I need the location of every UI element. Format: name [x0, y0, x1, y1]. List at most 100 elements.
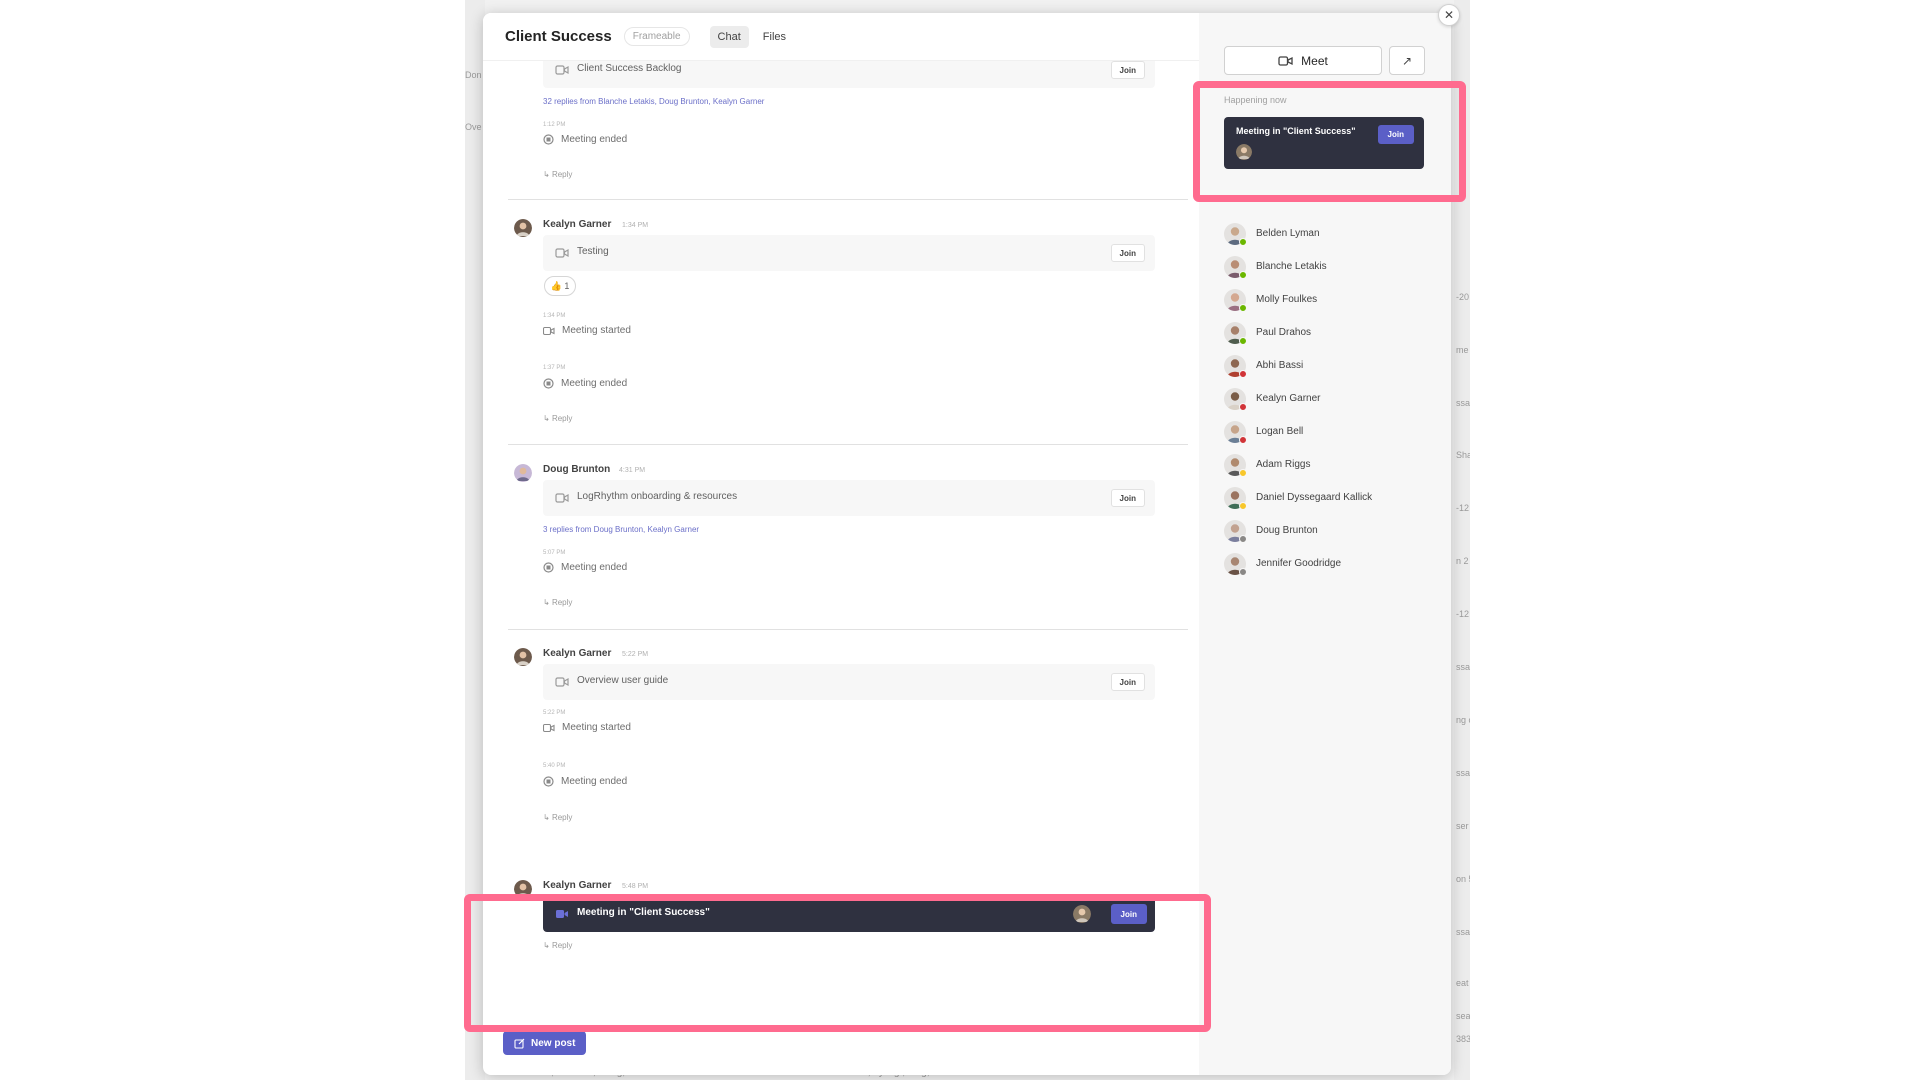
meeting-card-title: Overview user guide — [577, 675, 669, 686]
avatar-kealyn-icon — [514, 219, 532, 237]
meeting-ended-event: Meeting ended — [543, 134, 627, 145]
person-item[interactable]: Abhi Bassi — [1224, 349, 1439, 382]
avatar[interactable] — [514, 464, 532, 482]
message-author[interactable]: Kealyn Garner — [543, 219, 611, 230]
avatar-doug-icon — [514, 464, 532, 482]
presence-status-icon — [1239, 567, 1247, 576]
person-item[interactable]: Daniel Dyssegaard Kallick — [1224, 481, 1439, 514]
happening-now-card[interactable]: Meeting in "Client Success" Join — [1224, 117, 1424, 169]
presence-status-icon — [1239, 534, 1247, 543]
meeting-ended-icon — [543, 776, 554, 787]
background-right-rail: -20 me ssar Sha -12 n 2 -12 ssar ng c ss… — [1454, 0, 1470, 1080]
presence-status-icon — [1239, 501, 1247, 510]
reply-arrow-icon: ↳ — [543, 598, 552, 607]
background-text: ssar — [1456, 662, 1470, 672]
person-item[interactable]: Adam Riggs — [1224, 448, 1439, 481]
popout-arrow-icon: ↗ — [1401, 53, 1413, 68]
avatar[interactable] — [514, 219, 532, 237]
reply-link[interactable]: ↳ Reply — [543, 414, 572, 423]
join-button[interactable]: Join — [1110, 673, 1145, 691]
avatar-kealyn-icon — [514, 880, 532, 898]
person-name: Abhi Bassi — [1256, 360, 1304, 371]
video-camera-icon — [555, 493, 569, 503]
replies-link[interactable]: 3 replies from Doug Brunton, Kealyn Garn… — [543, 525, 699, 534]
background-text: -20 — [1456, 292, 1470, 302]
person-item[interactable]: Logan Bell — [1224, 415, 1439, 448]
person-avatar — [1224, 288, 1247, 312]
person-avatar — [1224, 420, 1247, 444]
message-time: 4:31 PM — [619, 467, 646, 474]
message-feed[interactable]: Client Success Backlog Join 32 replies f… — [483, 52, 1199, 1061]
presence-status-icon — [1239, 336, 1247, 345]
meeting-card-title: Testing — [577, 246, 609, 257]
person-item[interactable]: Belden Lyman — [1224, 217, 1439, 250]
message-author[interactable]: Doug Brunton — [543, 464, 610, 475]
person-item[interactable]: Doug Brunton — [1224, 514, 1439, 547]
background-text: 383 — [1456, 1034, 1470, 1044]
join-button[interactable]: Join — [1110, 61, 1145, 79]
person-item[interactable]: Kealyn Garner — [1224, 382, 1439, 415]
meeting-started-event: Meeting started — [543, 325, 631, 336]
reply-link[interactable]: ↳ Reply — [543, 170, 572, 179]
tab-files[interactable]: Files — [755, 26, 794, 48]
background-left-rail: Don Ove — [465, 0, 485, 1080]
video-camera-icon — [555, 677, 569, 687]
live-meeting-card[interactable]: Meeting in "Client Success" Join — [543, 896, 1155, 932]
reply-link[interactable]: ↳ Reply — [543, 598, 572, 607]
background-text: ssar — [1456, 927, 1470, 937]
person-name: Adam Riggs — [1256, 459, 1311, 470]
post-divider — [508, 199, 1188, 200]
join-button[interactable]: Join — [1110, 489, 1145, 507]
person-name: Molly Foulkes — [1256, 294, 1318, 305]
meeting-card-title: Client Success Backlog — [577, 63, 682, 74]
happening-now-label: Happening now — [1224, 95, 1287, 105]
meeting-card[interactable]: Overview user guide Join — [543, 664, 1155, 700]
meeting-card[interactable]: LogRhythm onboarding & resources Join — [543, 480, 1155, 516]
meeting-card[interactable]: Testing Join — [543, 235, 1155, 271]
person-avatar — [1224, 255, 1247, 279]
avatar[interactable] — [514, 648, 532, 666]
person-item[interactable]: Blanche Letakis — [1224, 250, 1439, 283]
new-post-button[interactable]: New post — [503, 1031, 587, 1055]
reply-link[interactable]: ↳ Reply — [543, 813, 572, 822]
channel-main: Client Success Frameable Chat Files Clie… — [483, 13, 1199, 1075]
reply-label: Reply — [551, 170, 573, 179]
avatar-participant-icon — [1073, 905, 1091, 923]
event-time: 5:40 PM — [543, 763, 566, 769]
background-text: eat — [1456, 978, 1469, 988]
avatar-kealyn-icon — [514, 648, 532, 666]
tab-chat[interactable]: Chat — [709, 25, 749, 48]
avatar[interactable] — [514, 880, 532, 898]
person-item[interactable]: Jennifer Goodridge — [1224, 547, 1439, 580]
presence-status-icon — [1239, 468, 1247, 477]
replies-link[interactable]: 32 replies from Blanche Letakis, Doug Br… — [543, 97, 764, 106]
post-divider — [508, 444, 1188, 445]
person-name: Kealyn Garner — [1256, 393, 1321, 404]
join-button[interactable]: Join — [1377, 125, 1414, 144]
popout-button[interactable]: ↗ — [1389, 46, 1425, 75]
presence-status-icon — [1239, 369, 1247, 378]
background-text: n 2 — [1456, 556, 1469, 566]
person-item[interactable]: Paul Drahos — [1224, 316, 1439, 349]
reply-link[interactable]: ↳ Reply — [543, 941, 572, 950]
message-author[interactable]: Kealyn Garner — [543, 648, 611, 659]
video-camera-icon — [556, 910, 568, 918]
thumbs-up-reaction[interactable]: 👍 1 — [544, 276, 576, 296]
background-text: ssar — [1456, 398, 1470, 408]
presence-status-icon — [1239, 237, 1247, 246]
background-text: -12 — [1456, 503, 1470, 513]
person-item[interactable]: Molly Foulkes — [1224, 283, 1439, 316]
person-avatar — [1224, 222, 1247, 246]
meeting-card-title: LogRhythm onboarding & resources — [577, 491, 738, 502]
close-modal-button[interactable]: ✕ — [1438, 4, 1460, 26]
person-name: Belden Lyman — [1256, 228, 1320, 239]
join-button[interactable]: Join — [1110, 244, 1145, 262]
background-text: on 5 — [1456, 874, 1470, 884]
meet-button[interactable]: Meet — [1224, 46, 1382, 75]
join-button[interactable]: Join — [1110, 904, 1147, 924]
person-name: Doug Brunton — [1256, 525, 1318, 536]
event-text: Meeting ended — [561, 378, 628, 389]
event-text: Meeting started — [562, 325, 631, 336]
org-pill[interactable]: Frameable — [623, 27, 690, 46]
message-author[interactable]: Kealyn Garner — [543, 880, 611, 891]
